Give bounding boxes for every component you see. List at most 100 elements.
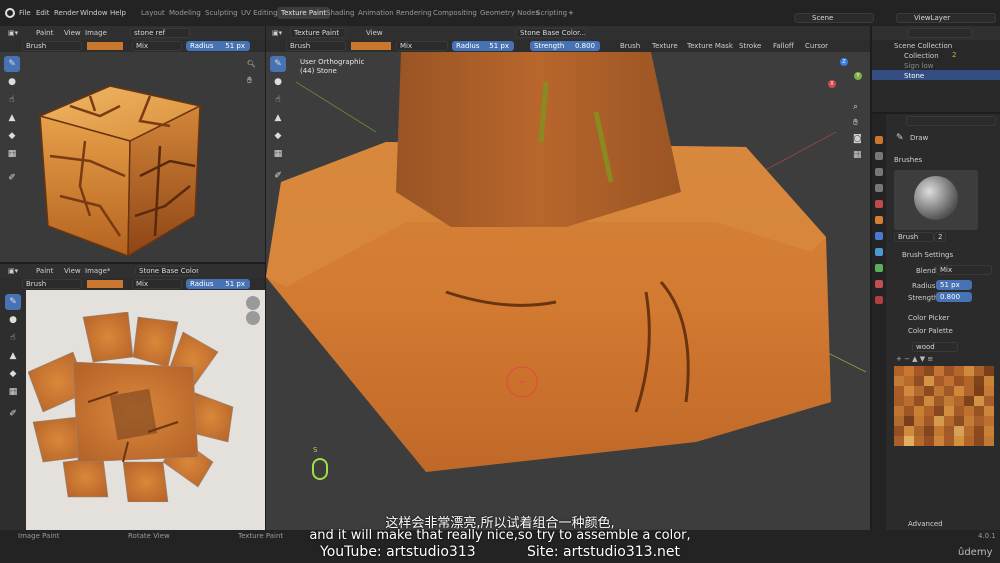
palette-swatch[interactable] — [984, 416, 994, 426]
editor-type-icon[interactable]: ▣▾ — [272, 29, 282, 37]
palette-swatch[interactable] — [974, 406, 984, 416]
output-tab-icon[interactable] — [875, 168, 883, 176]
palette-swatch[interactable] — [984, 426, 994, 436]
palette-swatch[interactable] — [914, 386, 924, 396]
palette-swatch[interactable] — [894, 426, 904, 436]
outliner-search[interactable] — [908, 28, 972, 38]
menu-edit[interactable]: Edit — [36, 9, 50, 17]
menu-help[interactable]: Help — [110, 9, 126, 17]
soften-tool-icon[interactable]: ● — [270, 74, 286, 90]
cursor-menu[interactable]: Cursor — [805, 42, 828, 50]
palette-swatch[interactable] — [894, 406, 904, 416]
draw-tool-icon[interactable]: ✎ — [4, 56, 20, 72]
pan-hand-icon[interactable]: ✋︎ — [853, 118, 858, 128]
color-swatch[interactable] — [87, 42, 123, 50]
palette-swatch[interactable] — [964, 396, 974, 406]
brush-field[interactable]: Brush — [22, 279, 82, 289]
texture-mask-menu[interactable]: Texture Mask — [687, 42, 733, 50]
radius-field[interactable]: 51 px — [936, 280, 972, 290]
annotate-tool-icon[interactable]: ✐ — [270, 168, 286, 184]
tool-tab-icon[interactable] — [875, 136, 883, 144]
palette-swatch[interactable] — [964, 366, 974, 376]
palette-name-field[interactable]: wood — [912, 342, 958, 352]
outliner-item-stone[interactable]: Stone — [904, 72, 924, 80]
palette-swatch[interactable] — [984, 366, 994, 376]
outliner-item-sign-low[interactable]: Sign low — [904, 62, 933, 70]
palette-swatch[interactable] — [904, 396, 914, 406]
scene-selector[interactable]: Scene — [794, 13, 874, 23]
blend-field[interactable]: Mix — [396, 41, 448, 51]
texture-tab-icon[interactable] — [875, 296, 883, 304]
menu-window[interactable]: Window — [80, 9, 108, 17]
color-picker-header[interactable]: Color Picker — [908, 314, 949, 322]
palette-swatch[interactable] — [944, 396, 954, 406]
palette-swatch[interactable] — [964, 376, 974, 386]
palette-swatch[interactable] — [904, 416, 914, 426]
palette-swatch[interactable] — [924, 406, 934, 416]
palette-swatch[interactable] — [954, 396, 964, 406]
menu-file[interactable]: File — [19, 9, 31, 17]
image-menu[interactable]: Image — [85, 29, 107, 37]
palette-swatch[interactable] — [924, 366, 934, 376]
outliner-item-scene-collection[interactable]: Scene Collection — [894, 42, 952, 50]
brush-users-field[interactable]: 2 — [934, 232, 946, 242]
palette-swatch[interactable] — [984, 396, 994, 406]
image-name-field[interactable]: Stone Base Color.001 — [135, 266, 199, 276]
palette-swatch[interactable] — [944, 386, 954, 396]
camera-icon[interactable]: ◙ — [853, 134, 862, 144]
palette-swatch[interactable] — [894, 416, 904, 426]
modifier-tab-icon[interactable] — [875, 232, 883, 240]
view-menu[interactable]: View — [64, 29, 81, 37]
radius-field[interactable]: Radius 51 px — [186, 41, 250, 51]
palette-swatch[interactable] — [894, 376, 904, 386]
brush-field[interactable]: Brush — [286, 41, 346, 51]
tab-layout[interactable]: Layout — [141, 9, 165, 17]
soften-tool-icon[interactable]: ● — [4, 74, 20, 90]
draw-tool-icon[interactable]: ✎ — [5, 294, 21, 310]
palette-add-remove-icons[interactable]: + − ▲ ▼ ≡ — [896, 355, 933, 363]
paint-mode-menu[interactable]: Paint — [36, 29, 53, 37]
palette-swatch[interactable] — [904, 386, 914, 396]
palette-swatch[interactable] — [974, 396, 984, 406]
palette-swatch[interactable] — [984, 386, 994, 396]
blender-logo-icon[interactable] — [5, 8, 15, 18]
view-menu[interactable]: View — [64, 267, 81, 275]
palette-swatch[interactable] — [924, 416, 934, 426]
scene-tab-icon[interactable] — [875, 200, 883, 208]
blend-field[interactable]: Mix — [936, 265, 992, 275]
falloff-menu[interactable]: Falloff — [773, 42, 794, 50]
tab-modeling[interactable]: Modeling — [169, 9, 201, 17]
mask-tool-icon[interactable]: ▦ — [4, 146, 20, 162]
editor-type-icon[interactable]: ▣▾ — [8, 29, 18, 37]
soften-tool-icon[interactable]: ● — [5, 312, 21, 328]
color-palette-header[interactable]: Color Palette — [908, 327, 953, 335]
strength-field[interactable]: Strength 0.800 — [530, 41, 600, 51]
palette-swatch[interactable] — [914, 436, 924, 446]
strength-field[interactable]: 0.800 — [936, 292, 972, 302]
palette-swatch[interactable] — [944, 406, 954, 416]
palette-swatch[interactable] — [924, 426, 934, 436]
palette-swatch[interactable] — [924, 436, 934, 446]
palette-swatch[interactable] — [944, 416, 954, 426]
annotate-tool-icon[interactable]: ✐ — [5, 406, 21, 422]
palette-swatch[interactable] — [954, 426, 964, 436]
texture-slot-field[interactable]: Stone Base Color... — [516, 28, 586, 38]
draw-tool-icon[interactable]: ✎ — [270, 56, 286, 72]
palette-swatch[interactable] — [984, 376, 994, 386]
brush-preview[interactable] — [894, 170, 978, 230]
palette-swatch[interactable] — [934, 436, 944, 446]
annotate-tool-icon[interactable]: ✐ — [4, 170, 20, 186]
palette-swatch[interactable] — [904, 376, 914, 386]
palette-swatch[interactable] — [964, 436, 974, 446]
palette-swatch[interactable] — [924, 386, 934, 396]
fill-tool-icon[interactable]: ◆ — [5, 366, 21, 382]
palette-swatch[interactable] — [974, 376, 984, 386]
properties-search[interactable] — [906, 116, 996, 126]
palette-swatch[interactable] — [934, 396, 944, 406]
tab-animation[interactable]: Animation — [358, 9, 394, 17]
palette-swatch[interactable] — [944, 376, 954, 386]
palette-swatch[interactable] — [914, 376, 924, 386]
smear-tool-icon[interactable]: ☝ — [4, 92, 20, 108]
3d-viewport[interactable]: ▣▾ Texture Paint View Stone Base Color..… — [266, 26, 870, 530]
palette-swatch[interactable] — [944, 436, 954, 446]
